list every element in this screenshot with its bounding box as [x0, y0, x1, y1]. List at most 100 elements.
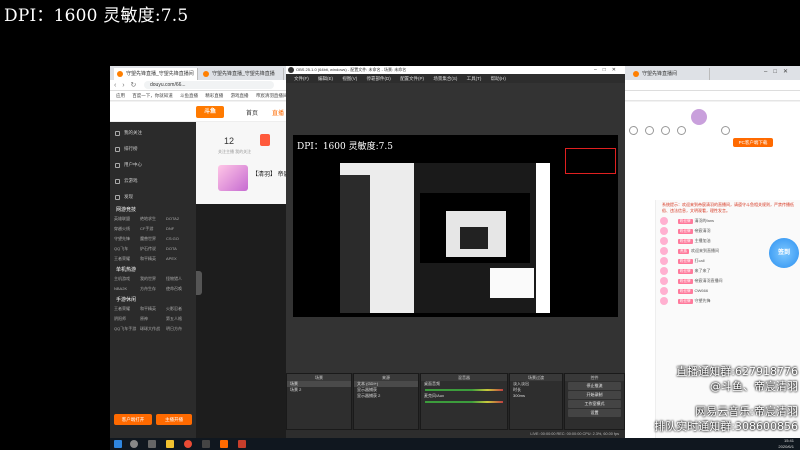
category-link[interactable]: 第五人格 — [166, 316, 192, 322]
bookmark-6[interactable]: 帝宸清羽直播间 — [256, 93, 288, 98]
bookmark-5[interactable]: 游戏直播 — [231, 93, 249, 98]
category-link[interactable]: 使命召唤 — [166, 286, 192, 292]
category-link[interactable]: 明日方舟 — [166, 326, 192, 332]
category-link[interactable]: 王者荣耀 — [114, 306, 140, 312]
menu-docks[interactable]: 停靠部件(D) — [367, 76, 391, 81]
sidebar-grid-1: 英雄联盟 绝地求生 DOTA2 穿越火线 CF手游 DNF 守望先锋 魔兽世界 … — [110, 216, 196, 262]
source-selection-box[interactable] — [565, 148, 616, 174]
browser-tab-2[interactable]: 守望先锋直播_守望先锋直播 — [200, 68, 284, 80]
menu-profile[interactable]: 配置文件(P) — [400, 76, 424, 81]
window-controls[interactable]: –□✕ — [764, 68, 794, 75]
nav-arrows-icon[interactable]: ‹ › ↻ — [114, 81, 138, 89]
sidebar-item-user[interactable]: 用户中心 — [110, 160, 196, 170]
category-link[interactable]: 炉石传说 — [140, 246, 166, 252]
preview-dpi-text: DPI：1600 灵敏度:7.5 — [297, 142, 393, 152]
category-link[interactable]: DOTA2 — [166, 216, 192, 222]
task-view-icon[interactable] — [148, 440, 156, 448]
fish-fin-icon[interactable] — [629, 126, 638, 135]
category-link[interactable]: 我的世界 — [140, 276, 166, 282]
duration-input[interactable]: 300ms — [510, 393, 562, 399]
douyu-logo[interactable]: 斗鱼 — [196, 106, 224, 118]
bookmark-3[interactable]: 斗鱼直播 — [180, 93, 198, 98]
source-item[interactable]: 显示器捕获 2 — [354, 393, 418, 399]
category-link[interactable]: 守望先锋 — [114, 236, 140, 242]
category-link[interactable]: DOTA — [166, 246, 192, 252]
nested-preview-core — [460, 227, 488, 249]
start-recording-button[interactable]: 开始录制 — [568, 391, 621, 399]
bookmark-2[interactable]: 百度一下，你就知道 — [132, 93, 173, 98]
bookmark-4[interactable]: 精彩直播 — [205, 93, 223, 98]
category-link[interactable]: QQ飞车手游 — [114, 326, 140, 332]
fish-ball-icon[interactable] — [645, 126, 654, 135]
settings-button[interactable]: 设置 — [568, 409, 621, 417]
obs-preview-canvas[interactable]: DPI：1600 灵敏度:7.5 — [293, 135, 618, 317]
category-link[interactable]: 英雄联盟 — [114, 216, 140, 222]
sidebar-item-discover[interactable]: 发现 — [110, 192, 196, 202]
menu-tools[interactable]: 工具(T) — [467, 76, 482, 81]
url-field[interactable]: douyu.com/66... — [144, 81, 274, 89]
nav-home[interactable]: 首页 — [246, 108, 258, 117]
category-link[interactable]: 魔兽世界 — [140, 236, 166, 242]
category-link[interactable]: 主机游戏 — [114, 276, 140, 282]
nav-live[interactable]: 直播 — [272, 108, 284, 117]
menu-edit[interactable]: 编辑(E) — [318, 76, 333, 81]
studio-mode-button[interactable]: 工作室模式 — [568, 400, 621, 408]
pc-client-download-button[interactable]: PC客户端下载 — [733, 138, 773, 147]
category-link[interactable]: DNF — [166, 226, 192, 232]
category-link[interactable]: 阴阳师 — [114, 316, 140, 322]
category-link[interactable]: 王者荣耀 — [114, 256, 140, 262]
heart-icon — [115, 131, 120, 136]
start-live-button[interactable]: 主播开播 — [156, 414, 192, 425]
category-link[interactable]: 和平精英 — [140, 306, 166, 312]
browser-tab-1[interactable]: 守望先锋直播_守望先锋直播间 — [114, 68, 198, 80]
overlay-line-1: 直播通知群:627918776 — [676, 365, 798, 378]
menu-file[interactable]: 文件(F) — [294, 76, 309, 81]
browser-tab-3[interactable]: 守望先锋直播间 — [630, 68, 710, 80]
category-link[interactable]: CS:GO — [166, 236, 192, 242]
checkin-badge[interactable]: 签到 — [769, 238, 799, 268]
sidebar-item-follow[interactable]: 我的关注 — [110, 128, 196, 138]
audio-meter[interactable] — [425, 389, 503, 391]
open-client-button[interactable]: 客户端打开 — [114, 414, 152, 425]
category-link[interactable]: 绝地求生 — [140, 216, 166, 222]
sidebar-grid-2: 主机游戏 我的世界 怪物猎人 NBA2K 方舟生存 使命召唤 — [110, 276, 196, 292]
bookmark-1[interactable]: 应用 — [116, 93, 125, 98]
obs-window-controls[interactable]: –□✕ — [594, 66, 622, 74]
message-icon[interactable] — [721, 126, 730, 135]
category-link[interactable]: NBA2K — [114, 286, 140, 292]
scene-item[interactable]: 场景 2 — [287, 387, 351, 393]
stop-stream-button[interactable]: 停止推流 — [568, 382, 621, 390]
category-link[interactable]: 和平精英 — [140, 256, 166, 262]
sidebar-item-rank[interactable]: 排行榜 — [110, 144, 196, 154]
obs-taskbar-icon[interactable] — [202, 440, 210, 448]
windows-start-icon[interactable] — [114, 440, 122, 448]
menu-scene-collection[interactable]: 场景集合(S) — [433, 76, 457, 81]
menu-view[interactable]: 视图(V) — [342, 76, 357, 81]
file-explorer-icon[interactable] — [166, 440, 174, 448]
taskbar-clock[interactable]: 15:41 2020/6/1 — [778, 438, 794, 450]
search-icon[interactable] — [130, 440, 138, 448]
category-link[interactable]: 方舟生存 — [140, 286, 166, 292]
category-link[interactable]: CF手游 — [140, 226, 166, 232]
category-link[interactable]: QQ飞车 — [114, 246, 140, 252]
stream-thumbnail[interactable] — [218, 165, 248, 191]
sidebar-item-cloudgame[interactable]: 云游戏 — [110, 176, 196, 186]
douyu-taskbar-icon[interactable] — [220, 440, 228, 448]
bag-icon[interactable] — [677, 126, 686, 135]
menu-help[interactable]: 帮助(H) — [491, 76, 506, 81]
category-link[interactable]: 球球大作战 — [140, 326, 166, 332]
task-icon[interactable] — [661, 126, 670, 135]
category-link[interactable]: 怪物猎人 — [166, 276, 192, 282]
follow-label: 关注主播 我的关注 — [218, 149, 252, 154]
category-link[interactable]: APEX — [166, 256, 192, 262]
netease-music-icon[interactable] — [238, 440, 246, 448]
category-link[interactable]: 原神 — [140, 316, 166, 322]
audio-meter[interactable] — [425, 401, 503, 403]
user-avatar[interactable] — [691, 109, 707, 125]
chrome-icon[interactable] — [184, 440, 192, 448]
sidebar-expand-handle[interactable] — [196, 271, 202, 295]
chat-message: 粉丝牌 帝宸清羽 — [656, 226, 800, 236]
category-link[interactable]: 穿越火线 — [114, 226, 140, 232]
scenes-header: 场景 — [287, 374, 351, 381]
category-link[interactable]: 火影忍者 — [166, 306, 192, 312]
